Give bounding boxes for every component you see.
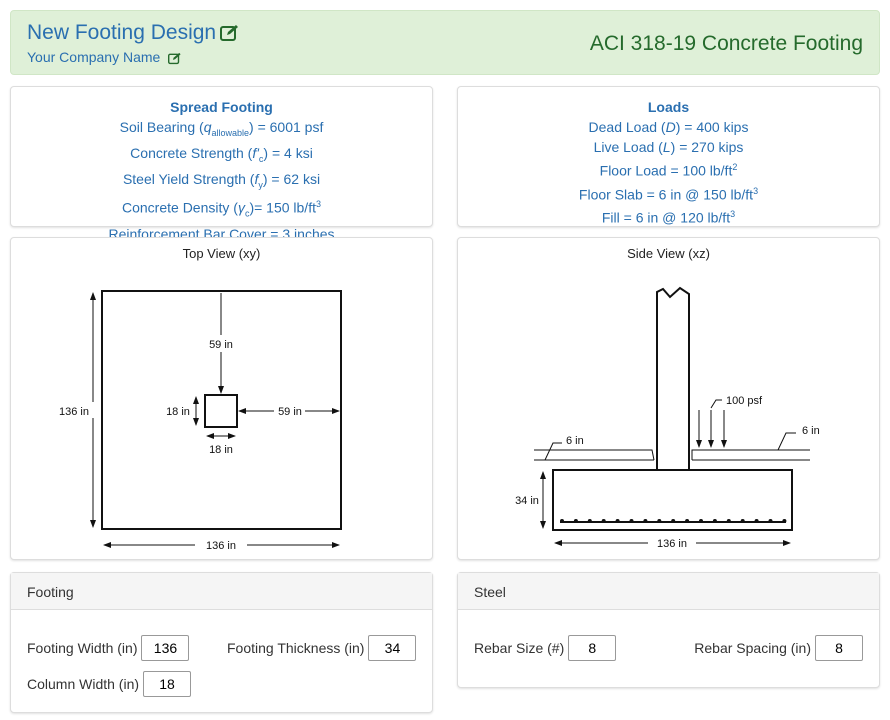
steel-panel: Steel Rebar Size (#) Rebar Spacing (in) [457,572,880,688]
rebar-dot [754,519,759,523]
info-post: ) = 62 ksi [262,170,321,187]
width-label: 136 in [657,538,687,550]
card-heading: Loads [647,99,690,115]
info-pre: Fill = 6 in @ 120 lb/ft [601,209,731,226]
info-line: Dead Load (D) = 400 kips [458,117,879,137]
slab-label: 6 in [566,435,584,447]
info-pre: Steel Yield Strength ( [122,170,255,187]
info-sup: 3 [315,199,321,210]
standard-label: ACI 318-19 Concrete Footing [589,32,863,55]
info-line: Fill = 6 in @ 120 lb/ft3 [458,204,879,228]
panel-heading: Steel [458,573,879,610]
top-view-drawing: 136 in 136 in 59 in 59 in 18 in 18 in [59,290,342,552]
side-view-card: Side View (xz) 136 in 34 in 100 psf 6 in… [457,237,880,560]
info-post: ) = 400 kips [675,119,749,135]
field-label: Rebar Size (#) [474,640,565,656]
spread-footing-card: Spread Footing Soil Bearing (qallowable)… [10,86,433,242]
card-heading: Spread Footing [170,99,273,115]
field-label: Footing Width (in) [27,640,138,656]
edit-icon[interactable] [220,24,240,42]
edge-distance-label: 59 in [278,406,302,418]
info-post: ) = 270 kips [670,139,744,155]
footing-thickness-input[interactable] [368,635,417,661]
rebar-dot [712,519,717,523]
thickness-label: 34 in [515,495,539,507]
rebar-dot [782,519,787,523]
design-title[interactable]: New Footing Design [27,21,240,45]
info-var: D [665,119,676,135]
info-pre: Dead Load ( [588,119,666,135]
rebar-dot [615,519,620,523]
rebar-dot [740,519,745,523]
info-pre: Floor Load = 100 lb/ft [599,162,733,179]
rebar-dot [587,519,592,523]
info-pre: Floor Slab = 6 in @ 150 lb/ft [578,186,754,203]
rebar-dot [629,519,634,523]
info-sup: 2 [732,162,738,172]
info-post: ) = 4 ksi [263,144,313,161]
field-label: Column Width (in) [27,676,140,692]
info-pre: Concrete Density ( [122,200,238,217]
info-sub: allowable [211,127,250,138]
rebar-dot [573,519,578,523]
column-outline [204,394,238,428]
view-title: Side View (xz) [627,246,710,261]
info-line: Floor Load = 100 lb/ft2 [458,157,879,181]
info-pre: Live Load ( [593,139,663,155]
info-pre: Concrete Strength ( [130,144,253,161]
slab-left [534,449,655,461]
info-post: ) = 6001 psf [249,119,324,135]
field-label: Footing Thickness (in) [227,640,365,656]
height-label: 136 in [59,406,89,418]
rebar-dot [699,519,703,523]
slab-label: 6 in [802,425,820,437]
loads-card: Loads Dead Load (D) = 400 kips Live Load … [457,86,880,227]
column-height-label: 18 in [166,406,190,418]
rebar-dot [657,519,662,523]
side-view-drawing: 136 in 34 in 100 psf 6 in 6 in [515,286,820,550]
view-title: Top View (xy) [182,246,261,261]
info-var: γ [237,200,245,217]
company-name[interactable]: Your Company Name [27,49,182,65]
rebar-dot [601,519,606,523]
info-var: L [662,139,671,155]
width-label: 136 in [206,540,236,552]
panel-heading: Footing [11,573,432,610]
footing-panel: Footing Footing Width (in) Footing Thick… [10,572,433,713]
rebar-dot [560,519,564,523]
rebar-dot [726,519,731,523]
rebar-dot [768,519,773,523]
header-banner: New Footing Design Your Company Name ACI… [10,10,880,75]
top-view-card: Top View (xy) 136 in 136 in 59 in 59 in … [10,237,433,560]
info-sup: 3 [730,209,736,220]
rebar-dot [685,519,690,523]
rebar-spacing-input[interactable] [815,635,863,661]
info-line: Soil Bearing (qallowable) = 6001 psf [11,117,432,143]
info-line: Concrete Strength (f'c) = 4 ksi [11,143,432,169]
info-line: Concrete Density (γc)= 150 lb/ft3 [11,194,432,223]
info-sup: 3 [753,185,759,196]
rebar-dot [671,519,676,523]
edit-icon[interactable] [168,52,182,65]
rebar-size-input[interactable] [568,635,617,661]
edge-distance-label: 59 in [209,339,233,351]
info-line: Floor Slab = 6 in @ 150 lb/ft3 [458,181,879,205]
info-post: )= 150 lb/ft [249,200,316,217]
footing-width-input[interactable] [141,635,190,661]
column [656,286,690,470]
info-line: Steel Yield Strength (fy) = 62 ksi [11,169,432,195]
slab-right [691,449,810,461]
rebar-dot [643,519,648,523]
floor-load-label: 100 psf [726,395,763,407]
column-width-label: 18 in [209,444,233,456]
column-width-input[interactable] [143,671,192,697]
info-line: Live Load (L) = 270 kips [458,137,879,157]
info-pre: Soil Bearing ( [119,119,204,135]
field-label: Rebar Spacing (in) [694,640,811,656]
